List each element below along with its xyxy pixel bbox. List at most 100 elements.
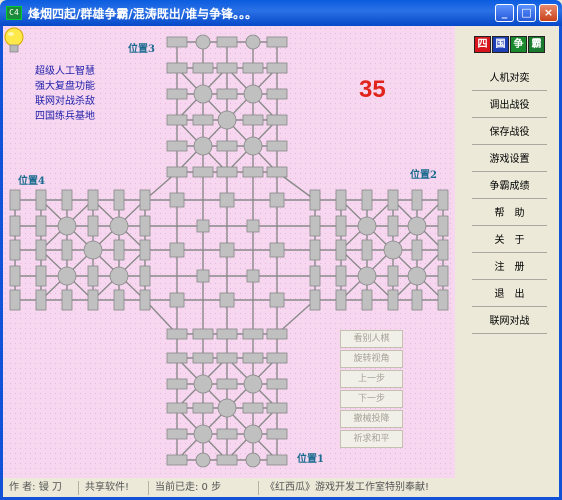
board-station[interactable] bbox=[169, 242, 185, 258]
menu-item-save-battle[interactable]: 保存战役 bbox=[472, 121, 547, 145]
board-station[interactable] bbox=[87, 289, 99, 311]
previous-step-button[interactable]: 上一步 bbox=[340, 370, 403, 388]
board-station[interactable] bbox=[166, 114, 188, 126]
board-station[interactable] bbox=[242, 62, 264, 74]
board-camp[interactable] bbox=[57, 216, 77, 236]
board-station[interactable] bbox=[216, 62, 238, 74]
menu-item-vs-computer[interactable]: 人机对奕 bbox=[472, 67, 547, 91]
board-station[interactable] bbox=[166, 402, 188, 414]
board-station[interactable] bbox=[166, 36, 188, 48]
board-station[interactable] bbox=[166, 352, 188, 364]
rotate-view-button[interactable]: 旋转视角 bbox=[340, 350, 403, 368]
board-camp[interactable] bbox=[193, 136, 213, 156]
board-station[interactable] bbox=[335, 289, 347, 311]
board-station[interactable] bbox=[35, 189, 47, 211]
board-camp[interactable] bbox=[243, 424, 263, 444]
board-station[interactable] bbox=[87, 189, 99, 211]
board-camp[interactable] bbox=[245, 34, 261, 50]
board-station[interactable] bbox=[216, 36, 238, 48]
board-station[interactable] bbox=[216, 88, 238, 100]
board-station[interactable] bbox=[192, 328, 214, 340]
board-station[interactable] bbox=[216, 378, 238, 390]
board-station[interactable] bbox=[266, 36, 288, 48]
board-station[interactable] bbox=[387, 189, 399, 211]
board-station[interactable] bbox=[9, 239, 21, 261]
board-station[interactable] bbox=[269, 292, 285, 308]
board-station[interactable] bbox=[269, 242, 285, 258]
board-station[interactable] bbox=[9, 189, 21, 211]
board-station[interactable] bbox=[216, 328, 238, 340]
board-station[interactable] bbox=[335, 189, 347, 211]
menu-item-settings[interactable]: 游戏设置 bbox=[472, 148, 547, 172]
board-station[interactable] bbox=[242, 402, 264, 414]
board-station[interactable] bbox=[266, 88, 288, 100]
title-bar[interactable]: C4 烽烟四起/群雄争霸/混涛既出/谁与争锋。。。 _ □ × bbox=[0, 0, 562, 26]
board-station[interactable] bbox=[216, 352, 238, 364]
board-station[interactable] bbox=[219, 192, 235, 208]
menu-item-exit[interactable]: 退 出 bbox=[472, 283, 547, 307]
board-station[interactable] bbox=[9, 265, 21, 287]
board-station[interactable] bbox=[246, 269, 260, 283]
board-station[interactable] bbox=[411, 289, 423, 311]
board-station[interactable] bbox=[166, 428, 188, 440]
board-camp[interactable] bbox=[245, 452, 261, 468]
board-station[interactable] bbox=[361, 239, 373, 261]
board-camp[interactable] bbox=[195, 34, 211, 50]
board-station[interactable] bbox=[113, 289, 125, 311]
board-station[interactable] bbox=[9, 289, 21, 311]
board-station[interactable] bbox=[35, 289, 47, 311]
next-step-button[interactable]: 下一步 bbox=[340, 390, 403, 408]
board-camp[interactable] bbox=[407, 216, 427, 236]
board-station[interactable] bbox=[87, 215, 99, 237]
maximize-button[interactable]: □ bbox=[517, 4, 536, 22]
board-camp[interactable] bbox=[109, 216, 129, 236]
board-station[interactable] bbox=[219, 292, 235, 308]
board-station[interactable] bbox=[169, 192, 185, 208]
board-camp[interactable] bbox=[195, 452, 211, 468]
board-station[interactable] bbox=[166, 140, 188, 152]
board-camp[interactable] bbox=[357, 266, 377, 286]
board-station[interactable] bbox=[166, 166, 188, 178]
board-station[interactable] bbox=[139, 239, 151, 261]
board-station[interactable] bbox=[139, 289, 151, 311]
board-station[interactable] bbox=[87, 265, 99, 287]
board-camp[interactable] bbox=[243, 374, 263, 394]
board-station[interactable] bbox=[113, 189, 125, 211]
board-station[interactable] bbox=[61, 239, 73, 261]
board-station[interactable] bbox=[411, 239, 423, 261]
menu-item-online[interactable]: 联网对战 bbox=[472, 310, 547, 334]
board-station[interactable] bbox=[139, 215, 151, 237]
board-station[interactable] bbox=[335, 215, 347, 237]
board-camp[interactable] bbox=[193, 424, 213, 444]
close-button[interactable]: × bbox=[539, 4, 558, 22]
board-station[interactable] bbox=[266, 140, 288, 152]
board-camp[interactable] bbox=[217, 398, 237, 418]
surrender-button[interactable]: 撤械投降 bbox=[340, 410, 403, 428]
board-station[interactable] bbox=[387, 289, 399, 311]
board-station[interactable] bbox=[35, 215, 47, 237]
board-station[interactable] bbox=[35, 239, 47, 261]
board-station[interactable] bbox=[437, 289, 449, 311]
board-station[interactable] bbox=[242, 328, 264, 340]
board-station[interactable] bbox=[266, 378, 288, 390]
board-station[interactable] bbox=[216, 428, 238, 440]
board-station[interactable] bbox=[192, 166, 214, 178]
board-station[interactable] bbox=[216, 140, 238, 152]
board-station[interactable] bbox=[246, 219, 260, 233]
board-station[interactable] bbox=[269, 192, 285, 208]
board-camp[interactable] bbox=[407, 266, 427, 286]
board-camp[interactable] bbox=[193, 84, 213, 104]
board-station[interactable] bbox=[139, 189, 151, 211]
board-camp[interactable] bbox=[109, 266, 129, 286]
board-station[interactable] bbox=[335, 265, 347, 287]
board-station[interactable] bbox=[266, 328, 288, 340]
lightbulb-icon[interactable] bbox=[3, 26, 25, 56]
board-station[interactable] bbox=[266, 166, 288, 178]
request-draw-button[interactable]: 祈求和平 bbox=[340, 430, 403, 448]
board-camp[interactable] bbox=[243, 84, 263, 104]
app-icon[interactable]: C4 bbox=[6, 6, 22, 20]
board-station[interactable] bbox=[192, 62, 214, 74]
board-station[interactable] bbox=[192, 352, 214, 364]
board-station[interactable] bbox=[216, 454, 238, 466]
watch-others-button[interactable]: 看别人棋 bbox=[340, 330, 403, 348]
